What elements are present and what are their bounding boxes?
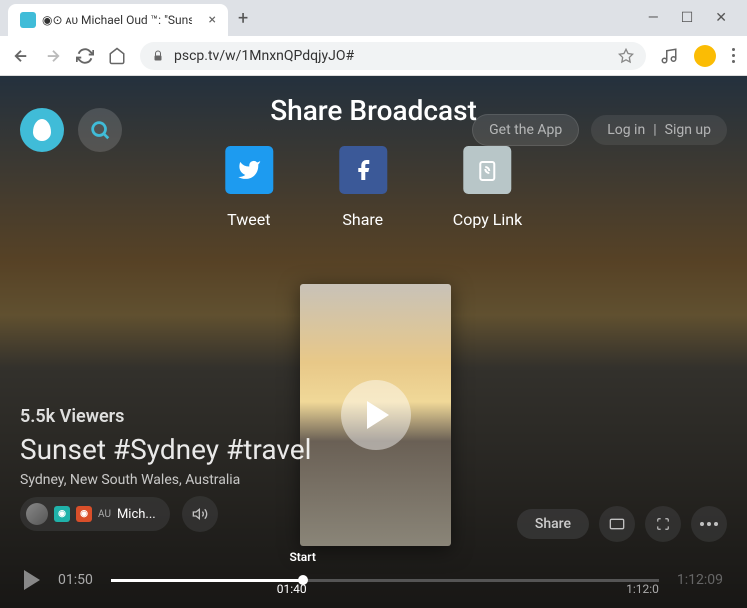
header-actions: Get the App Log in | Sign up xyxy=(472,114,727,146)
share-options: Tweet Share Copy Link xyxy=(225,146,522,229)
toolbar-right xyxy=(660,45,735,67)
new-tab-button[interactable]: + xyxy=(238,8,248,29)
track xyxy=(111,579,659,582)
maximize-button[interactable]: ☐ xyxy=(681,10,694,26)
current-time: 01:50 xyxy=(58,572,93,588)
share-button[interactable]: Share xyxy=(517,509,589,539)
live-badge-icon: ◉ xyxy=(76,506,92,522)
theater-mode-button[interactable] xyxy=(599,506,635,542)
broadcast-title: Sunset #Sydney #travel xyxy=(20,433,311,466)
play-icon xyxy=(367,401,389,429)
separator: | xyxy=(653,122,656,138)
browser-menu-icon[interactable] xyxy=(732,48,735,63)
play-button[interactable] xyxy=(341,380,411,450)
browser-tab[interactable]: ◉⊙ ᴀᴜ Michael Oud ™: "Sunset #..." × xyxy=(8,4,228,36)
auth-buttons: Log in | Sign up xyxy=(591,115,727,145)
copy-link-label: Copy Link xyxy=(453,210,522,229)
facebook-icon xyxy=(339,146,387,194)
url-bar[interactable]: pscp.tv/w/1MnxnQPdqjyJO# xyxy=(140,42,646,70)
page-content: Get the App Log in | Sign up Share Broad… xyxy=(0,76,747,608)
broadcast-info: 5.5k Viewers Sunset #Sydney #travel Sydn… xyxy=(20,406,311,488)
fullscreen-button[interactable] xyxy=(645,506,681,542)
broadcaster-row: ◉ ◉ AU Mich... xyxy=(20,496,218,532)
periscope-logo-icon[interactable] xyxy=(20,108,64,152)
browser-toolbar: pscp.tv/w/1MnxnQPdqjyJO# xyxy=(0,36,747,76)
progress xyxy=(111,579,303,582)
tweet-label: Tweet xyxy=(227,210,270,229)
twitter-icon xyxy=(225,146,273,194)
window-controls: — ☐ ✕ xyxy=(648,10,739,26)
browser-titlebar: ◉⊙ ᴀᴜ Michael Oud ™: "Sunset #..." × + —… xyxy=(0,0,747,36)
login-button[interactable]: Log in xyxy=(607,122,645,138)
copy-link-option[interactable]: Copy Link xyxy=(453,146,522,229)
playback-bar: 01:50 Start 01:40 1:12:0 1:12:09 xyxy=(0,552,747,608)
avatar xyxy=(26,503,48,525)
volume-button[interactable] xyxy=(182,496,218,532)
extension-icon[interactable] xyxy=(694,45,716,67)
dots-icon xyxy=(700,522,718,526)
verified-badge-icon: ◉ xyxy=(54,506,70,522)
end-time: 1:12:0 xyxy=(626,582,659,596)
broadcaster-pill[interactable]: ◉ ◉ AU Mich... xyxy=(20,497,170,531)
play-pause-button[interactable] xyxy=(24,570,40,590)
broadcast-location: Sydney, New South Wales, Australia xyxy=(20,472,311,488)
broadcaster-name: Mich... xyxy=(117,507,156,522)
video-preview[interactable] xyxy=(300,284,451,546)
share-label: Share xyxy=(342,210,383,229)
tab-title: ◉⊙ ᴀᴜ Michael Oud ™: "Sunset #..." xyxy=(42,13,192,27)
tab-close-icon[interactable]: × xyxy=(209,12,216,28)
more-options-button[interactable] xyxy=(691,506,727,542)
viewer-count: 5.5k Viewers xyxy=(20,406,311,427)
back-button[interactable] xyxy=(12,47,30,65)
get-app-button[interactable]: Get the App xyxy=(472,114,579,146)
start-time: 01:40 xyxy=(277,582,307,596)
search-button[interactable] xyxy=(78,108,122,152)
share-option[interactable]: Share xyxy=(339,146,387,229)
url-text: pscp.tv/w/1MnxnQPdqjyJO# xyxy=(174,48,608,64)
signup-button[interactable]: Sign up xyxy=(665,122,711,138)
forward-button[interactable] xyxy=(44,47,62,65)
duration: 1:12:09 xyxy=(677,572,723,588)
video-controls: Share xyxy=(517,506,727,542)
bookmark-icon[interactable] xyxy=(618,48,634,64)
tweet-option[interactable]: Tweet xyxy=(225,146,273,229)
scrubber[interactable]: Start 01:40 1:12:0 xyxy=(111,568,659,592)
minimize-button[interactable]: — xyxy=(648,10,659,26)
link-icon xyxy=(464,146,512,194)
home-button[interactable] xyxy=(108,47,126,65)
music-extension-icon[interactable] xyxy=(660,47,678,65)
reload-button[interactable] xyxy=(76,47,94,65)
start-label: Start xyxy=(289,550,315,564)
country-badge: AU xyxy=(98,509,111,520)
share-modal-heading: Share Broadcast xyxy=(270,94,477,127)
lock-icon xyxy=(152,50,164,62)
favicon-icon xyxy=(20,12,36,28)
close-window-button[interactable]: ✕ xyxy=(715,10,727,26)
